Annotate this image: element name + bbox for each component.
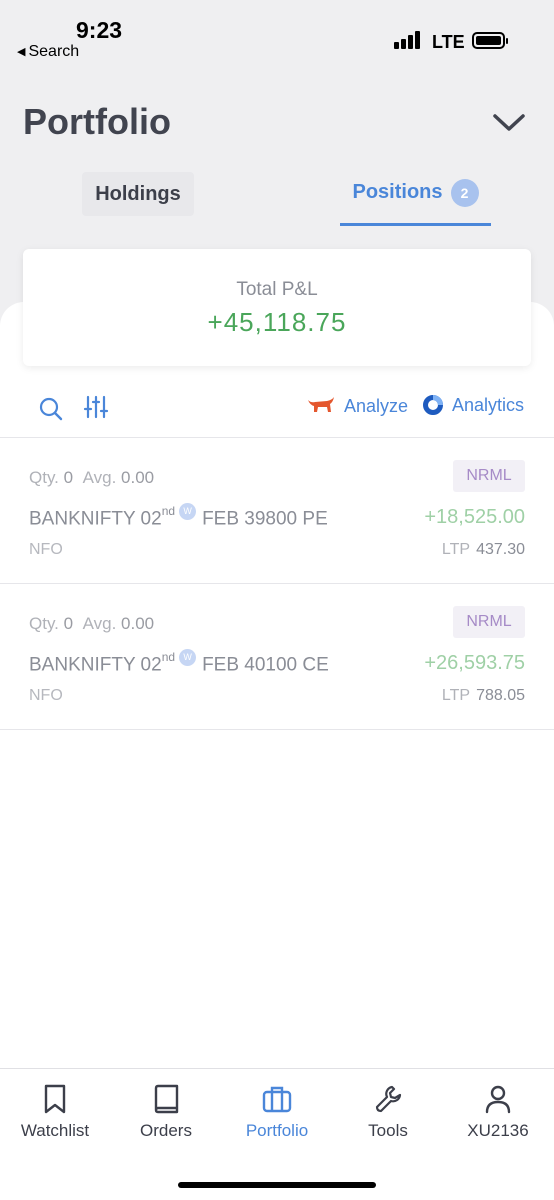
chevron-down-icon[interactable] — [492, 110, 526, 134]
bottom-nav: Watchlist Orders Portfolio Tools XU2136 — [0, 1068, 554, 1200]
signal-icon — [394, 31, 424, 49]
back-to-search[interactable]: ◀ Search — [17, 43, 79, 61]
instrument-name: BANKNIFTY 02nd W FEB 39800 PE — [29, 503, 328, 530]
nav-watchlist[interactable]: Watchlist — [0, 1083, 110, 1141]
tab-holdings[interactable]: Holdings — [82, 172, 194, 216]
nav-orders[interactable]: Orders — [111, 1083, 221, 1141]
instrument-name: BANKNIFTY 02nd W FEB 40100 CE — [29, 649, 329, 676]
wrench-icon — [375, 1085, 402, 1113]
analyze-button[interactable]: Analyze — [306, 394, 408, 418]
position-row[interactable]: Qty. 0 Avg. 0.00 NRML BANKNIFTY 02nd W FEB… — [0, 438, 554, 584]
analytics-label: Analytics — [452, 394, 525, 415]
position-pnl: +26,593.75 — [424, 652, 525, 674]
tab-positions-label: Positions — [352, 181, 443, 203]
qty-avg: Qty. 0 Avg. 0.00 — [29, 614, 155, 633]
nav-watchlist-label: Watchlist — [20, 1121, 90, 1140]
nav-account-label: XU2136 — [467, 1121, 529, 1140]
page-title: Portfolio — [23, 101, 171, 142]
nav-portfolio[interactable]: Portfolio — [222, 1083, 332, 1141]
nav-portfolio-label: Portfolio — [245, 1121, 309, 1140]
tab-holdings-label: Holdings — [95, 182, 181, 205]
nav-tools-label: Tools — [368, 1121, 408, 1140]
analyze-label: Analyze — [344, 395, 409, 416]
ltp-value: LTP 437.30 — [441, 541, 525, 558]
total-pnl-value: +45,118.75 — [207, 307, 347, 337]
user-icon — [485, 1085, 511, 1114]
ltp-value: LTP 788.05 — [441, 687, 525, 704]
search-icon[interactable] — [38, 396, 64, 422]
bookmark-icon — [44, 1084, 66, 1114]
weekly-badge: W — [179, 649, 197, 667]
total-pnl-label: Total P&L — [236, 279, 318, 300]
book-icon — [154, 1084, 179, 1114]
filter-sliders-icon[interactable] — [83, 394, 109, 420]
product-tag: NRML — [453, 606, 525, 638]
product-tag: NRML — [453, 460, 525, 492]
positions-toolbar: Analyze Analytics — [0, 386, 554, 438]
back-arrow-icon: ◀ — [17, 46, 26, 58]
network-label: LTE — [432, 32, 465, 52]
status-time: 9:23 — [76, 17, 123, 43]
nav-tools[interactable]: Tools — [333, 1083, 443, 1141]
nav-orders-label: Orders — [140, 1121, 192, 1140]
analytics-ring-icon — [423, 395, 443, 415]
positions-count-badge: 2 — [450, 178, 479, 207]
exchange-label: NFO — [29, 687, 63, 704]
tab-positions[interactable]: Positions 2 — [340, 172, 491, 226]
exchange-label: NFO — [29, 541, 63, 558]
bull-icon — [308, 397, 334, 412]
nav-account[interactable]: XU2136 — [443, 1083, 553, 1141]
weekly-badge: W — [179, 503, 197, 521]
briefcase-icon — [262, 1086, 292, 1113]
home-indicator[interactable] — [178, 1182, 376, 1188]
qty-avg: Qty. 0 Avg. 0.00 — [29, 468, 155, 487]
position-pnl: +18,525.00 — [424, 506, 525, 528]
back-label: Search — [28, 43, 80, 60]
analytics-button[interactable]: Analytics — [422, 394, 524, 416]
status-bar: 9:23 ◀ Search LTE — [0, 0, 554, 70]
battery-icon — [472, 32, 508, 49]
total-pnl-card: Total P&L +45,118.75 — [23, 249, 531, 366]
position-row[interactable]: Qty. 0 Avg. 0.00 NRML BANKNIFTY 02nd W FEB… — [0, 584, 554, 730]
